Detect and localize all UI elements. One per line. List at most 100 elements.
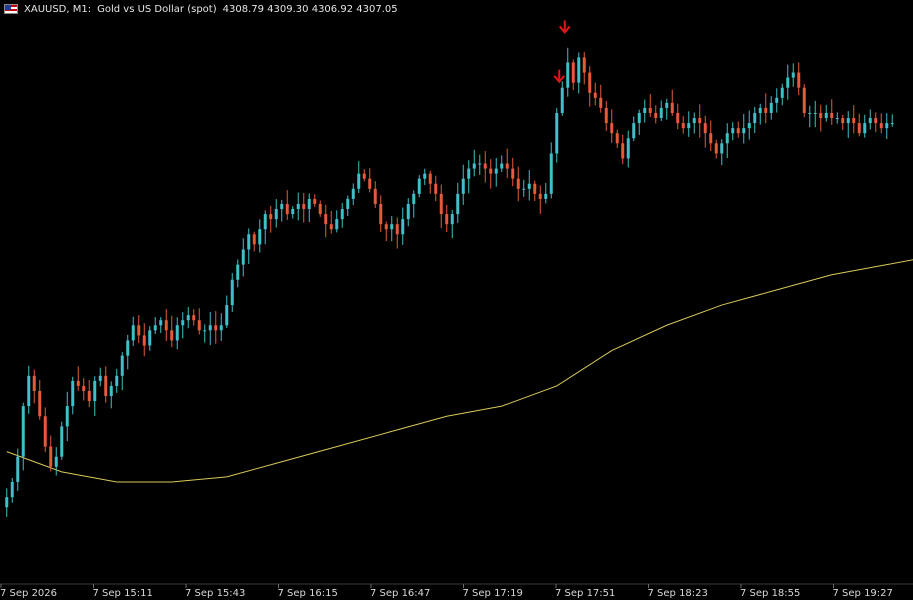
sell-signal-arrow-icon[interactable] [558,20,571,34]
candle [60,421,64,460]
candle [489,159,493,189]
candle [703,115,707,148]
candle [868,109,872,130]
time-axis: 7 Sep 2026 7 Sep 15:11 7 Sep 15:43 7 Sep 16… [0,583,913,599]
time-tick-label: 7 Sep 17:51 [555,588,615,599]
candle-body [808,112,812,114]
candle [225,295,229,329]
sell-signal-arrow-icon[interactable] [553,69,566,84]
candle [808,105,812,128]
candle [780,83,784,106]
candle [21,402,25,471]
candle [687,111,691,137]
candle [830,99,834,125]
candle [857,113,861,137]
candle-body [819,112,823,119]
candle-body [54,456,58,467]
candle-body [604,107,608,124]
candle [890,114,894,127]
candle [758,103,762,125]
candle [555,107,559,163]
time-tick-label: 7 Sep 16:15 [278,588,338,599]
candle-body [560,87,564,113]
candle [769,96,773,120]
candle [93,376,97,417]
candle-body [137,325,141,336]
candle [109,381,113,409]
candle-body [263,214,267,230]
candle [511,157,515,187]
candle [38,380,42,420]
candle-body [428,173,432,184]
candle-body [885,123,889,129]
candle-body [307,198,311,210]
candle-body [269,214,273,220]
candles-layer [5,47,894,517]
candle-body [208,325,212,331]
candle-body [670,102,674,113]
candle-body [373,188,377,204]
candle [49,435,53,472]
candle [813,100,817,128]
candle [505,148,509,179]
candle-body [142,335,146,346]
candle [280,199,284,222]
candle [714,139,718,159]
candle-body [643,107,647,113]
candle-body [203,330,207,332]
candle [230,273,234,313]
candle [384,221,388,242]
candle-body [87,390,91,402]
candle-body [401,219,405,235]
candle [659,100,663,121]
candle-body [60,426,64,457]
candle [181,312,185,339]
chart-window[interactable]: XAUUSD, M1: Gold vs US Dollar (spot) 430… [0,0,913,600]
candle-body [692,118,696,124]
candle [533,180,537,202]
candle [483,151,487,183]
candle [582,51,586,85]
candle-body [65,406,69,427]
candle-body [610,123,614,134]
candle-body [434,183,438,194]
candle [802,84,806,118]
candle-body [703,123,707,134]
candle [445,204,449,233]
candle [461,164,465,205]
candle-body [489,168,493,174]
candle [142,323,146,357]
candle-body [104,375,108,397]
candle-body [351,188,355,199]
candle [186,306,190,329]
candle [274,199,278,228]
candle-body [527,183,531,189]
candle [566,47,570,97]
candle [742,113,746,144]
candle-body [170,330,174,341]
candle [791,63,795,87]
candle [98,367,102,387]
candle [571,59,575,91]
price-chart[interactable]: 7 Sep 2026 7 Sep 15:11 7 Sep 15:43 7 Sep 16… [0,0,913,600]
candle-body [516,178,520,189]
candle [852,105,856,134]
candle-body [731,128,735,134]
candle-body [192,315,196,321]
candle [456,182,460,223]
candle-body [379,203,383,225]
time-tick-label: 7 Sep 19:27 [833,588,893,599]
candle-body [742,128,746,134]
candle-body [505,163,509,169]
candle [71,376,75,415]
candle [423,168,427,186]
candle-body [478,163,482,165]
candle [324,204,328,238]
candle [153,317,157,334]
candle [120,352,124,391]
candle-body [346,198,350,210]
candle [164,309,168,342]
candle [560,81,564,116]
candle [731,122,735,141]
candle-body [412,193,416,204]
